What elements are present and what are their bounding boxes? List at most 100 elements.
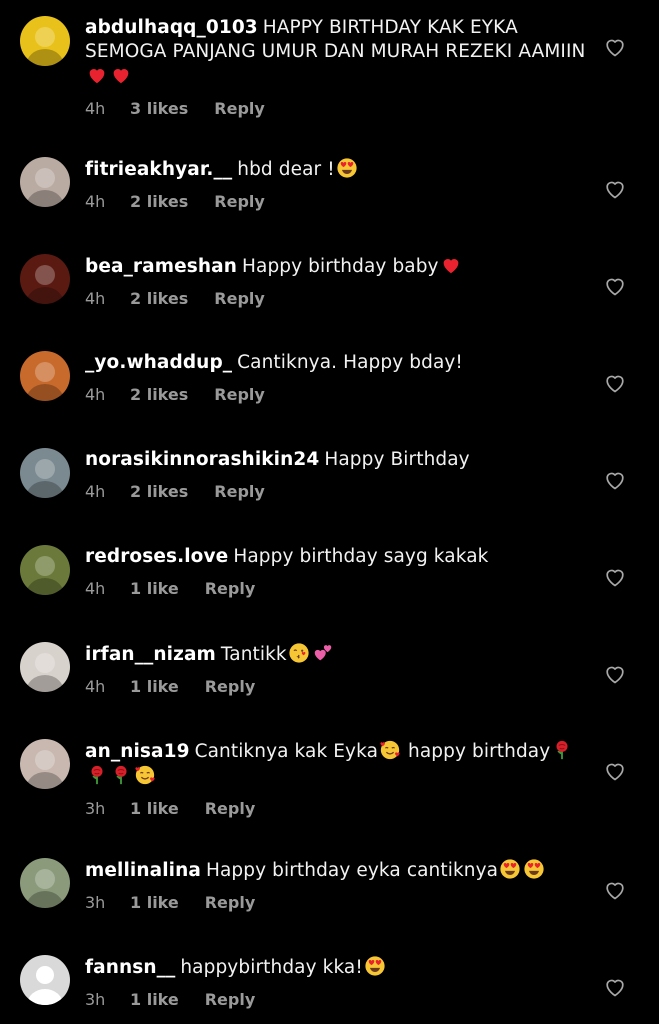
like-heart-icon[interactable] xyxy=(603,662,627,686)
smiling-hearts-emoji-icon xyxy=(379,739,401,761)
comment-username[interactable]: norasikinnorashikin24 xyxy=(85,449,319,470)
rose-emoji-icon xyxy=(86,764,108,786)
comment-time: 4h xyxy=(85,192,106,211)
comment-body: redroses.love Happy birthday sayg kakak 4h… xyxy=(85,545,590,598)
comment-time: 4h xyxy=(85,579,106,598)
reply-button[interactable]: Reply xyxy=(214,289,265,308)
comment-username[interactable]: mellinalina xyxy=(85,860,201,881)
comment-content: irfan__nizam Tantikk xyxy=(85,642,590,667)
like-heart-icon[interactable] xyxy=(603,35,627,59)
heart-red-emoji-icon xyxy=(110,64,132,86)
comment-body: abdulhaqq_0103 HAPPY BIRTHDAY KAK EYKA SE… xyxy=(85,16,590,118)
comment-likes-count[interactable]: 2 likes xyxy=(130,385,188,404)
comment-meta: 3h 1 like Reply xyxy=(85,893,590,912)
comment-likes-count[interactable]: 1 like xyxy=(130,990,179,1009)
comment-likes-count[interactable]: 1 like xyxy=(130,579,179,598)
comment-time: 4h xyxy=(85,289,106,308)
comment-meta: 3h 1 like Reply xyxy=(85,799,590,818)
reply-button[interactable]: Reply xyxy=(214,99,265,118)
user-avatar[interactable] xyxy=(20,16,70,66)
comment-time: 4h xyxy=(85,385,106,404)
comment-username[interactable]: fitrieakhyar.__ xyxy=(85,159,232,180)
heart-eyes-emoji-icon xyxy=(523,858,545,880)
comment-content: bea_rameshan Happy birthday baby xyxy=(85,254,590,279)
like-heart-icon[interactable] xyxy=(603,565,627,589)
reply-button[interactable]: Reply xyxy=(205,990,256,1009)
reply-button[interactable]: Reply xyxy=(205,893,256,912)
like-heart-icon[interactable] xyxy=(603,371,627,395)
comment-content: an_nisa19 Cantiknya kak Eyka happy birthd… xyxy=(85,739,590,789)
comment-time: 3h xyxy=(85,990,106,1009)
user-avatar[interactable] xyxy=(20,254,70,304)
comment-username[interactable]: redroses.love xyxy=(85,546,228,567)
reply-button[interactable]: Reply xyxy=(214,192,265,211)
user-avatar[interactable] xyxy=(20,351,70,401)
heart-eyes-emoji-icon xyxy=(364,955,386,977)
two-hearts-emoji-icon xyxy=(312,642,334,664)
heart-red-emoji-icon xyxy=(440,254,462,276)
comment-body: norasikinnorashikin24 Happy Birthday 4h 2 l… xyxy=(85,448,590,501)
comment-text: Cantiknya. Happy bday! xyxy=(237,352,463,373)
comment-meta: 3h 1 like Reply xyxy=(85,990,590,1009)
comment-content: abdulhaqq_0103 HAPPY BIRTHDAY KAK EYKA SE… xyxy=(85,16,590,89)
like-heart-icon[interactable] xyxy=(603,759,627,783)
user-avatar[interactable] xyxy=(20,448,70,498)
comment-meta: 4h 2 likes Reply xyxy=(85,192,590,211)
comment-text: happybirthday kka! xyxy=(180,957,363,978)
comment-likes-count[interactable]: 1 like xyxy=(130,677,179,696)
reply-button[interactable]: Reply xyxy=(205,799,256,818)
comment-username[interactable]: irfan__nizam xyxy=(85,644,216,665)
reply-button[interactable]: Reply xyxy=(214,482,265,501)
comment-likes-count[interactable]: 2 likes xyxy=(130,482,188,501)
comment-username[interactable]: an_nisa19 xyxy=(85,741,190,762)
comment-text: Tantikk xyxy=(220,644,287,665)
user-avatar[interactable] xyxy=(20,955,70,1005)
reply-button[interactable]: Reply xyxy=(205,579,256,598)
comment-text: Cantiknya kak Eyka xyxy=(194,741,379,762)
comment-likes-count[interactable]: 2 likes xyxy=(130,289,188,308)
comment-username[interactable]: bea_rameshan xyxy=(85,256,237,277)
like-heart-icon[interactable] xyxy=(603,468,627,492)
smiling-hearts-emoji-icon xyxy=(134,764,156,786)
comment-text: Happy birthday eyka cantiknya xyxy=(205,860,499,881)
comment-content: redroses.love Happy birthday sayg kakak xyxy=(85,545,590,569)
heart-eyes-emoji-icon xyxy=(336,157,358,179)
comment-content: mellinalina Happy birthday eyka cantiknya xyxy=(85,858,590,883)
like-heart-icon[interactable] xyxy=(603,975,627,999)
user-avatar[interactable] xyxy=(20,642,70,692)
comment-meta: 4h 2 likes Reply xyxy=(85,289,590,308)
like-heart-icon[interactable] xyxy=(603,177,627,201)
comment-time: 4h xyxy=(85,99,106,118)
comment-text-continued: happy birthday xyxy=(408,741,551,762)
reply-button[interactable]: Reply xyxy=(205,677,256,696)
comment-content: _yo.whaddup_ Cantiknya. Happy bday! xyxy=(85,351,590,375)
comment-username[interactable]: fannsn__ xyxy=(85,957,175,978)
reply-button[interactable]: Reply xyxy=(214,385,265,404)
comment-likes-count[interactable]: 3 likes xyxy=(130,99,188,118)
comment-body: an_nisa19 Cantiknya kak Eyka happy birthd… xyxy=(85,739,590,818)
kiss-face-emoji-icon xyxy=(288,642,310,664)
comment-body: _yo.whaddup_ Cantiknya. Happy bday! 4h 2 li… xyxy=(85,351,590,404)
comment-body: mellinalina Happy birthday eyka cantiknya… xyxy=(85,858,590,912)
comment-username[interactable]: abdulhaqq_0103 xyxy=(85,17,258,38)
comment-likes-count[interactable]: 1 like xyxy=(130,893,179,912)
user-avatar[interactable] xyxy=(20,739,70,789)
comment-meta: 4h 1 like Reply xyxy=(85,677,590,696)
comment-username[interactable]: _yo.whaddup_ xyxy=(85,352,232,373)
rose-emoji-icon xyxy=(551,739,573,761)
comment-time: 3h xyxy=(85,799,106,818)
comment-likes-count[interactable]: 1 like xyxy=(130,799,179,818)
comment-text: Happy birthday sayg kakak xyxy=(233,546,489,567)
user-avatar[interactable] xyxy=(20,545,70,595)
comment-time: 3h xyxy=(85,893,106,912)
comment-meta: 4h 3 likes Reply xyxy=(85,99,590,118)
heart-eyes-emoji-icon xyxy=(499,858,521,880)
like-heart-icon[interactable] xyxy=(603,878,627,902)
user-avatar[interactable] xyxy=(20,157,70,207)
comment-text: Happy Birthday xyxy=(324,449,470,470)
comment-meta: 4h 2 likes Reply xyxy=(85,385,590,404)
comment-likes-count[interactable]: 2 likes xyxy=(130,192,188,211)
user-avatar[interactable] xyxy=(20,858,70,908)
comment-content: norasikinnorashikin24 Happy Birthday xyxy=(85,448,590,472)
like-heart-icon[interactable] xyxy=(603,274,627,298)
